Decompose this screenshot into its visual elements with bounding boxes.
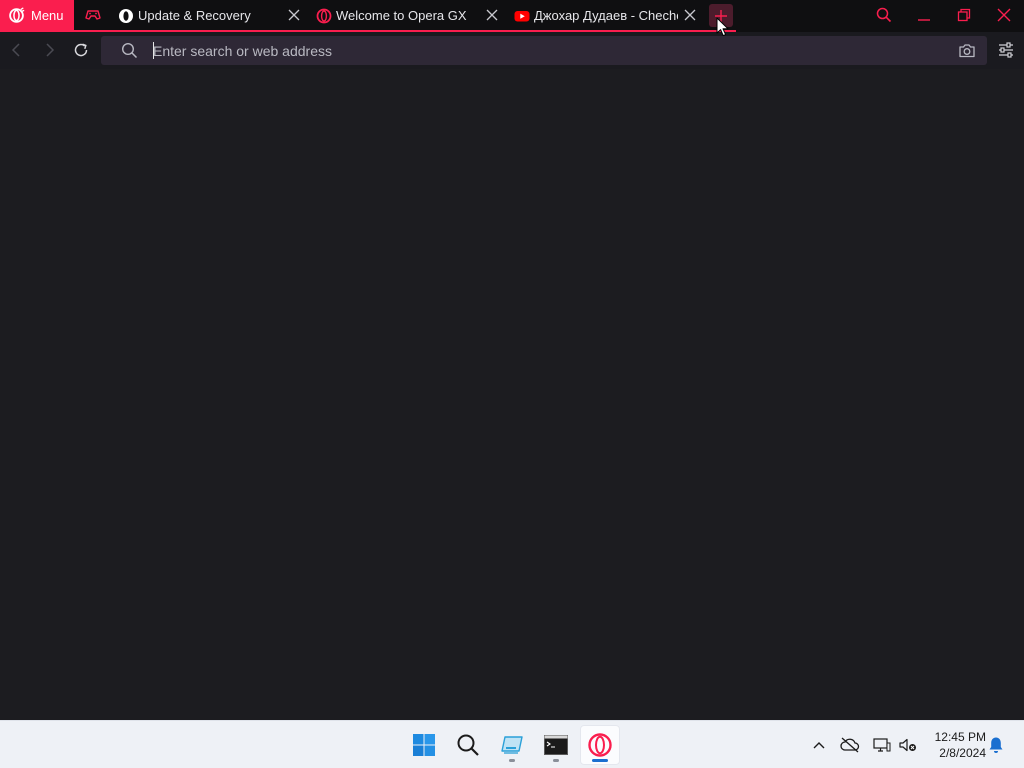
system-clock[interactable]: 12:45 PM 2/8/2024 — [926, 729, 986, 761]
back-button[interactable] — [6, 39, 28, 61]
running-indicator — [509, 759, 515, 762]
taskbar-app-opera-gx[interactable] — [580, 725, 620, 765]
close-icon — [997, 8, 1011, 22]
opera-logo-icon — [9, 7, 25, 23]
active-indicator — [592, 759, 608, 762]
tab-strip: Menu Update & Recovery Welcome to Opera … — [0, 0, 1024, 32]
opera-menu-button[interactable]: Menu — [0, 0, 74, 31]
search-icon — [876, 7, 892, 23]
camera-icon[interactable] — [958, 42, 976, 59]
blank-page-content — [0, 69, 1024, 720]
forward-button[interactable] — [38, 39, 60, 61]
volume-tray-button[interactable] — [898, 735, 918, 755]
tab-title: Update & Recovery — [138, 8, 251, 23]
easy-setup-icon[interactable] — [996, 40, 1016, 60]
address-input[interactable] — [153, 36, 943, 65]
opera-icon — [119, 8, 133, 23]
running-indicator — [553, 759, 559, 762]
tab-welcome-opera-gx[interactable]: Welcome to Opera GX — [316, 0, 502, 31]
minimize-button[interactable] — [911, 3, 937, 27]
tab-search-button[interactable] — [871, 3, 897, 27]
taskbar-app-drive[interactable] — [492, 725, 532, 765]
windows-taskbar: 12:45 PM 2/8/2024 — [0, 720, 1024, 768]
command-prompt-icon — [544, 735, 568, 755]
chevron-up-icon — [813, 742, 825, 749]
restore-icon — [957, 8, 971, 22]
clock-date: 2/8/2024 — [939, 746, 986, 760]
notification-bell-icon — [989, 737, 1003, 753]
volume-muted-icon — [899, 738, 916, 752]
close-tab-icon[interactable] — [683, 8, 697, 22]
youtube-icon — [514, 10, 530, 21]
onedrive-tray-button[interactable] — [840, 735, 860, 755]
tab-title: Welcome to Opera GX — [336, 8, 467, 23]
notifications-button[interactable] — [986, 735, 1006, 755]
clock-time: 12:45 PM — [934, 730, 986, 744]
chevron-left-icon — [11, 43, 20, 57]
start-button[interactable] — [404, 725, 444, 765]
taskbar-search-button[interactable] — [448, 725, 488, 765]
address-bar[interactable] — [101, 36, 987, 65]
mouse-cursor-icon — [716, 17, 729, 37]
onedrive-offline-icon — [840, 737, 860, 753]
text-caret — [153, 42, 154, 59]
windows-logo-icon — [413, 734, 435, 756]
taskbar-app-terminal[interactable] — [536, 725, 576, 765]
menu-label: Menu — [31, 8, 64, 23]
tab-update-recovery[interactable]: Update & Recovery — [118, 0, 304, 31]
opera-gx-icon — [588, 733, 612, 757]
reload-icon — [74, 43, 88, 57]
network-tray-button[interactable] — [872, 735, 892, 755]
tab-youtube-video[interactable]: Джохар Дудаев - Chechen — [514, 0, 704, 31]
show-hidden-icons-button[interactable] — [809, 735, 829, 755]
gamepad-icon — [85, 10, 101, 20]
restore-button[interactable] — [951, 3, 977, 27]
drive-window-icon — [501, 736, 523, 754]
close-tab-icon[interactable] — [485, 8, 499, 22]
gx-corner-button[interactable] — [82, 5, 104, 25]
search-icon — [457, 734, 479, 756]
close-window-button[interactable] — [991, 3, 1017, 27]
close-tab-icon[interactable] — [287, 8, 301, 22]
navigation-bar — [0, 32, 1024, 69]
reload-button[interactable] — [70, 39, 92, 61]
chevron-right-icon — [46, 43, 55, 57]
minimize-icon — [918, 19, 930, 21]
search-icon — [121, 42, 138, 59]
opera-gx-icon — [316, 8, 332, 23]
tab-title: Джохар Дудаев - Chechen — [534, 8, 678, 23]
network-icon — [873, 738, 891, 752]
